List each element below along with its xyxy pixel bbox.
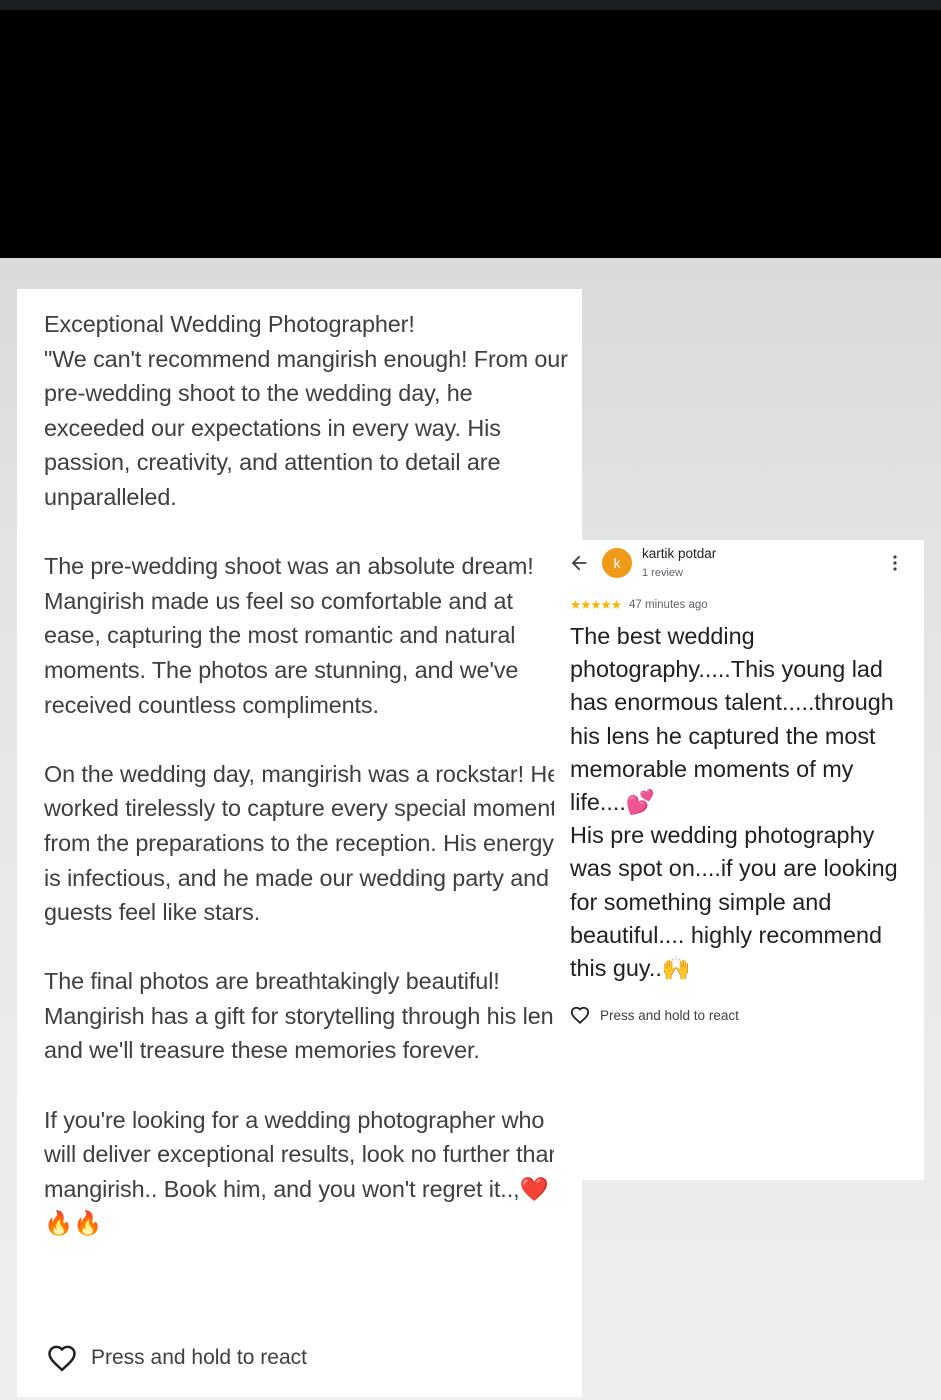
left-review-text: Exceptional Wedding Photographer! "We ca… xyxy=(44,311,572,1237)
avatar[interactable]: k xyxy=(602,548,632,578)
right-react-button[interactable]: Press and hold to react xyxy=(570,1006,739,1024)
top-black-band xyxy=(0,10,941,258)
star-rating: ★★★★★ xyxy=(570,598,622,612)
rating-row: ★★★★★ 47 minutes ago xyxy=(570,597,708,612)
arrow-left-icon[interactable] xyxy=(568,552,590,574)
left-review-card: Exceptional Wedding Photographer! "We ca… xyxy=(17,289,582,1397)
right-react-label: Press and hold to react xyxy=(600,1007,739,1023)
reviewer-name[interactable]: kartik potdar xyxy=(642,546,716,561)
heart-outline-icon xyxy=(48,1345,76,1372)
reviewer-review-count: 1 review xyxy=(642,567,683,579)
left-react-label: Press and hold to react xyxy=(91,1346,307,1369)
right-review-text: The best wedding photography.....This yo… xyxy=(570,623,898,982)
right-review-card: k kartik potdar 1 review ★★★★★ 47 minute… xyxy=(554,540,924,1180)
more-vert-icon[interactable] xyxy=(890,554,900,572)
left-react-button[interactable]: Press and hold to react xyxy=(47,1341,307,1375)
status-bar xyxy=(0,0,941,10)
review-time: 47 minutes ago xyxy=(629,598,708,611)
heart-outline-icon xyxy=(570,1006,590,1024)
